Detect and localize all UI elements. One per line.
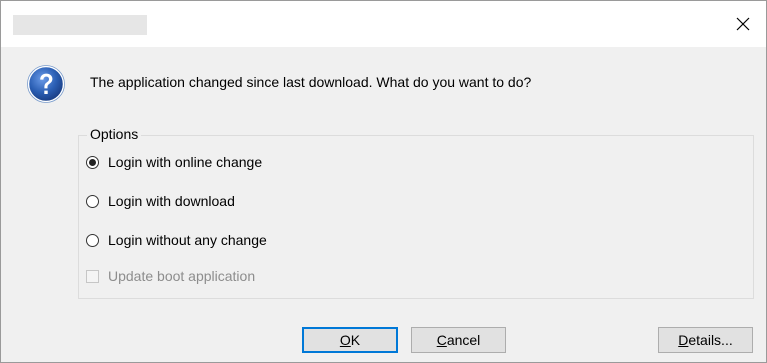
checkbox-box <box>86 269 99 283</box>
ok-button-label: OK <box>340 332 360 348</box>
option-login-online-change[interactable]: Login with online change <box>86 152 262 172</box>
ok-button[interactable]: OK <box>302 327 398 353</box>
cancel-label-rest: ancel <box>446 332 481 348</box>
details-mnemonic: D <box>678 332 689 348</box>
cancel-mnemonic: C <box>436 332 447 348</box>
cancel-button-label: Cancel <box>437 332 481 348</box>
details-label-rest: etails... <box>688 332 733 348</box>
title-bar <box>1 1 766 47</box>
radio-button[interactable] <box>86 194 99 208</box>
update-boot-application-checkbox: Update boot application <box>86 266 255 286</box>
ok-mnemonic: O <box>339 332 351 348</box>
radio-button[interactable] <box>86 233 99 247</box>
radio-button[interactable] <box>86 155 99 169</box>
details-button-label: Details... <box>678 332 732 348</box>
message-text: The application changed since last downl… <box>90 74 532 90</box>
close-button[interactable] <box>720 1 766 47</box>
option-login-download[interactable]: Login with download <box>86 191 235 211</box>
details-button[interactable]: Details... <box>658 327 753 353</box>
button-bar: OK Cancel Details... <box>1 317 766 362</box>
close-icon <box>736 17 750 31</box>
window-title-redacted <box>13 15 147 35</box>
radio-selected-dot <box>89 158 96 166</box>
cancel-button[interactable]: Cancel <box>411 327 506 353</box>
option-label: Login without any change <box>108 232 267 248</box>
dialog-window: The application changed since last downl… <box>0 0 767 363</box>
option-label: Login with download <box>108 193 235 209</box>
options-legend: Options <box>87 126 142 142</box>
dialog-body: The application changed since last downl… <box>1 47 766 317</box>
options-group: Options Login with online change Login w… <box>78 126 754 299</box>
question-icon <box>27 65 65 103</box>
option-login-without-change[interactable]: Login without any change <box>86 230 267 250</box>
option-label: Login with online change <box>108 154 263 170</box>
ok-label-rest: K <box>350 332 361 348</box>
checkbox-label: Update boot application <box>108 268 256 284</box>
